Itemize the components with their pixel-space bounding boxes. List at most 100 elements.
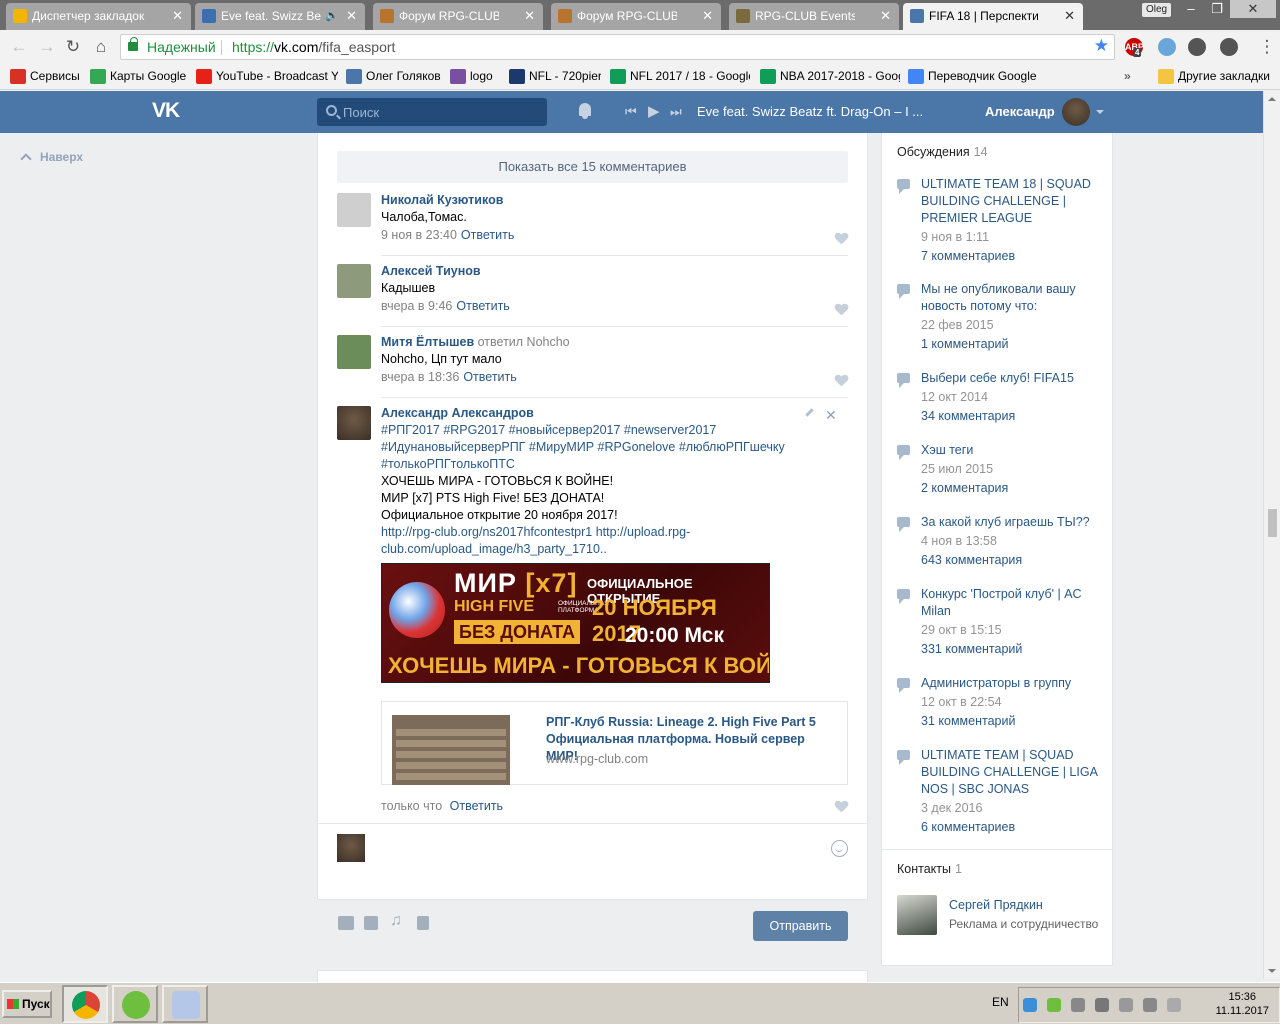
comment-avatar[interactable] xyxy=(337,406,371,440)
network-icon[interactable] xyxy=(1143,998,1157,1012)
post-image-banner[interactable]: МИР [x7] HIGH FIVE ОФИЦИАЛЬНАЯ ПЛАТФОРМА… xyxy=(381,563,770,683)
utorrent-tray-icon[interactable] xyxy=(1047,998,1061,1012)
tab-close-icon[interactable]: ✕ xyxy=(880,3,891,29)
next-track-icon[interactable]: ⏭ xyxy=(670,104,682,120)
flag-icon[interactable] xyxy=(1167,998,1181,1012)
back-icon[interactable]: ← xyxy=(8,37,30,57)
contact-avatar[interactable] xyxy=(897,895,937,935)
link-snippet[interactable]: РПГ-Клуб Russia: Lineage 2. High Five Pa… xyxy=(381,701,848,785)
browser-tab[interactable]: Eve feat. Swizz Beatz ✕ 🔈 xyxy=(195,3,365,30)
reply-link[interactable]: Ответить xyxy=(463,370,516,384)
user-name[interactable]: Александр xyxy=(985,104,1055,119)
bookmark-item[interactable]: YouTube - Broadcast Y xyxy=(196,69,338,85)
play-icon[interactable]: ▶ xyxy=(648,102,660,120)
discussion-title[interactable]: Конкурс 'Построй клуб' | AC Milan xyxy=(921,586,1099,620)
minimize-button[interactable]: – xyxy=(1178,0,1204,18)
language-indicator[interactable]: EN xyxy=(992,995,1009,1009)
start-button[interactable]: Пуск xyxy=(2,990,52,1018)
notifications-bell-icon[interactable] xyxy=(577,103,593,119)
discussion-title[interactable]: ULTIMATE TEAM | SQUAD BUILDING CHALLENGE… xyxy=(921,747,1099,798)
bookmark-item[interactable]: Олег Голяков xyxy=(346,69,442,85)
volume-icon[interactable] xyxy=(1119,998,1133,1012)
comment-author[interactable]: Николай Кузютиков xyxy=(381,193,503,207)
tab-close-icon[interactable]: ✕ xyxy=(702,3,713,29)
onedrive-icon[interactable] xyxy=(1023,998,1037,1012)
reload-icon[interactable]: ↻ xyxy=(62,37,84,57)
taskbar-utorrent[interactable] xyxy=(112,985,158,1023)
bookmark-star-icon[interactable]: ★ xyxy=(1094,36,1109,56)
taskbar-paint[interactable] xyxy=(162,985,208,1023)
reply-link[interactable]: Ответить xyxy=(456,299,509,313)
tab-close-icon[interactable]: ✕ xyxy=(524,3,535,29)
discussion-comments[interactable]: 1 комментарий xyxy=(921,336,1099,353)
scroll-up-button[interactable]: Наверх xyxy=(18,150,83,165)
search-input[interactable] xyxy=(343,98,543,126)
tab-close-icon[interactable]: ✕ xyxy=(346,3,357,29)
browser-tab[interactable]: Диспетчер закладок ✕ xyxy=(6,3,191,30)
scroll-up-arrow-icon[interactable] xyxy=(1268,93,1276,101)
like-heart-icon[interactable] xyxy=(835,375,848,387)
omnibox[interactable]: Надежный https://vk.com/fifa_easport ★ xyxy=(120,34,1115,60)
emoji-icon[interactable] xyxy=(831,840,848,857)
bookmark-item[interactable]: logo xyxy=(450,69,502,85)
discussion-comments[interactable]: 7 комментариев xyxy=(921,248,1099,265)
like-heart-icon[interactable] xyxy=(835,304,848,316)
vk-search[interactable] xyxy=(317,98,547,126)
hashtags-line[interactable]: #ИдунановыйсерверРПГ #МируМИР #RPGonelov… xyxy=(381,439,846,456)
tab-close-icon[interactable]: ✕ xyxy=(1064,3,1075,29)
discussion-title[interactable]: Хэш теги xyxy=(921,442,1099,459)
now-playing-track[interactable]: Eve feat. Swizz Beatz ft. Drag-On – I ..… xyxy=(697,104,923,119)
browser-tab[interactable]: RPG-CLUB Events Scree ✕ xyxy=(729,3,899,30)
usb-icon[interactable] xyxy=(1095,998,1109,1012)
bookmark-item[interactable]: Сервисы xyxy=(10,69,82,85)
contacts-header[interactable]: Контакты 1 xyxy=(897,862,962,876)
hashtags-line[interactable]: #РПГ2017 #RPG2017 #новыйсервер2017 #news… xyxy=(381,422,846,439)
comment-author[interactable]: Александр Александров xyxy=(381,406,846,420)
browser-tab[interactable]: Форум RPG-CLUB. Тема ✕ xyxy=(551,3,721,30)
comment-avatar[interactable] xyxy=(337,264,371,298)
extension-icon[interactable] xyxy=(1188,38,1206,56)
user-avatar[interactable] xyxy=(1062,98,1090,126)
taskbar-chrome[interactable] xyxy=(62,985,108,1023)
browser-tab[interactable]: Форум RPG-CLUB. Тема ✕ xyxy=(373,3,543,30)
comment-author[interactable]: Митя Ёлтышев xyxy=(381,335,474,349)
comment-avatar[interactable] xyxy=(337,335,371,369)
url-text[interactable]: https://vk.com/fifa_easport xyxy=(232,39,395,55)
post-link[interactable]: http://rpg-club.org/ns2017hfcontestpr1 xyxy=(381,525,592,539)
post-link[interactable]: http://upload.rpg- xyxy=(596,525,691,539)
close-window-button[interactable]: ✕ xyxy=(1230,0,1276,18)
like-heart-icon[interactable] xyxy=(835,801,848,813)
discussion-title[interactable]: За какой клуб играешь ТЫ?? xyxy=(921,514,1099,531)
document-icon[interactable] xyxy=(417,916,429,930)
comment-avatar[interactable] xyxy=(337,193,371,227)
bookmark-item[interactable]: NFL 2017 / 18 - Google xyxy=(610,69,750,85)
prev-track-icon[interactable]: ⏮ xyxy=(625,104,637,120)
profile-badge[interactable]: Oleg xyxy=(1142,3,1172,17)
home-icon[interactable]: ⌂ xyxy=(90,37,112,57)
show-all-comments-button[interactable]: Показать все 15 комментариев xyxy=(337,151,848,183)
bookmark-item[interactable]: NFL - 720pier xyxy=(509,69,601,85)
discussions-header[interactable]: Обсуждения 14 xyxy=(897,145,988,159)
forward-icon[interactable]: → xyxy=(36,37,58,57)
contact-name[interactable]: Сергей Прядкин xyxy=(949,898,1043,912)
discussion-comments[interactable]: 34 комментария xyxy=(921,408,1099,425)
camera-icon[interactable] xyxy=(338,916,354,930)
reply-link[interactable]: Ответить xyxy=(461,228,514,242)
vpn-icon[interactable] xyxy=(1158,38,1176,56)
discussion-comments[interactable]: 2 комментария xyxy=(921,480,1099,497)
tab-close-icon[interactable]: ✕ xyxy=(172,3,183,29)
bookmark-item[interactable]: Карты Google xyxy=(90,69,190,85)
bookmark-item[interactable]: Переводчик Google xyxy=(908,69,1036,85)
scrollbar-thumb[interactable] xyxy=(1268,509,1277,537)
send-button[interactable]: Отправить xyxy=(753,911,848,941)
hashtags-line[interactable]: #толькоРПГтолькоПТС xyxy=(381,456,846,473)
discussion-title[interactable]: ULTIMATE TEAM 18 | SQUAD BUILDING CHALLE… xyxy=(921,176,1099,227)
bookmarks-overflow-icon[interactable]: » xyxy=(1124,69,1131,85)
comment-input[interactable] xyxy=(378,834,818,862)
user-menu-caret-icon[interactable] xyxy=(1096,110,1104,118)
adblock-icon[interactable]: ABP 4 xyxy=(1125,38,1144,57)
vk-logo[interactable]: VK xyxy=(152,99,180,123)
reply-link[interactable]: Ответить xyxy=(450,799,503,813)
scroll-down-arrow-icon[interactable] xyxy=(1268,969,1276,977)
tab-audio-icon[interactable]: 🔈 xyxy=(325,3,339,29)
